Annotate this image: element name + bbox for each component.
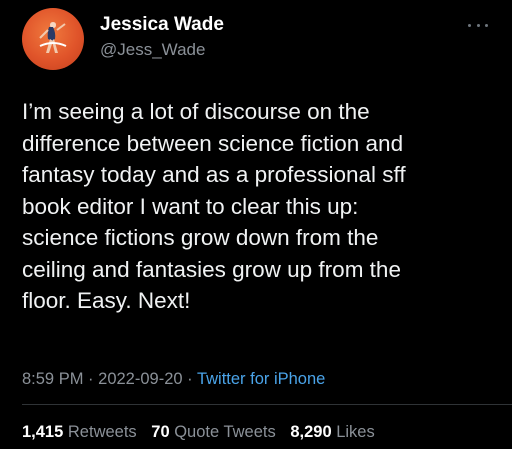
meta-separator: · xyxy=(187,370,193,388)
retweets-stat[interactable]: 1,415 Retweets xyxy=(22,423,137,442)
tweet-text-line: book editor I want to clear this up: xyxy=(22,193,359,219)
quote-tweets-stat[interactable]: 70 Quote Tweets xyxy=(151,423,275,442)
more-dot xyxy=(485,23,488,27)
divider xyxy=(22,404,512,405)
tweet-stats: 1,415 Retweets 70 Quote Tweets 8,290 Lik… xyxy=(22,423,385,442)
quote-tweets-label: Quote Tweets xyxy=(174,423,276,441)
tweet-source-link[interactable]: Twitter for iPhone xyxy=(197,370,325,388)
retweets-label: Retweets xyxy=(67,423,137,441)
author-display-name[interactable]: Jessica Wade xyxy=(100,14,224,36)
retweets-count: 1,415 xyxy=(22,423,64,441)
tweet-metadata: 8:59 PM · 2022-09-20 · Twitter for iPhon… xyxy=(22,370,325,389)
tweet-text-line: I’m seeing a lot of discourse on the xyxy=(22,99,370,124)
avatar[interactable] xyxy=(22,8,84,70)
quote-tweets-count: 70 xyxy=(151,423,170,441)
tweet-text-line: difference between science fiction and xyxy=(22,130,404,156)
likes-stat[interactable]: 8,290 Likes xyxy=(290,423,374,442)
more-dot xyxy=(468,23,471,27)
tweet-text-line: floor. Easy. Next! xyxy=(22,288,191,313)
tweet-text-line: science fictions grow down from the xyxy=(22,225,379,250)
tweet-time[interactable]: 8:59 PM xyxy=(22,370,83,388)
tweet-text-line: fantasy today and as a professional sff xyxy=(22,162,406,187)
tweet-text-line: ceiling and fantasies grow up from the xyxy=(22,256,401,282)
tweet-card: Jessica Wade @Jess_Wade I’m seeing a lot… xyxy=(0,0,512,449)
tweet-date[interactable]: 2022-09-20 xyxy=(98,370,182,388)
tweet-text: I’m seeing a lot of discourse on the dif… xyxy=(22,96,500,317)
meta-separator: · xyxy=(88,370,94,388)
more-dot xyxy=(476,23,480,27)
author-handle[interactable]: @Jess_Wade xyxy=(100,40,205,60)
likes-label: Likes xyxy=(336,423,375,441)
likes-count: 8,290 xyxy=(290,423,332,441)
more-options-icon[interactable] xyxy=(464,18,492,32)
person-illustration-icon xyxy=(39,22,67,53)
